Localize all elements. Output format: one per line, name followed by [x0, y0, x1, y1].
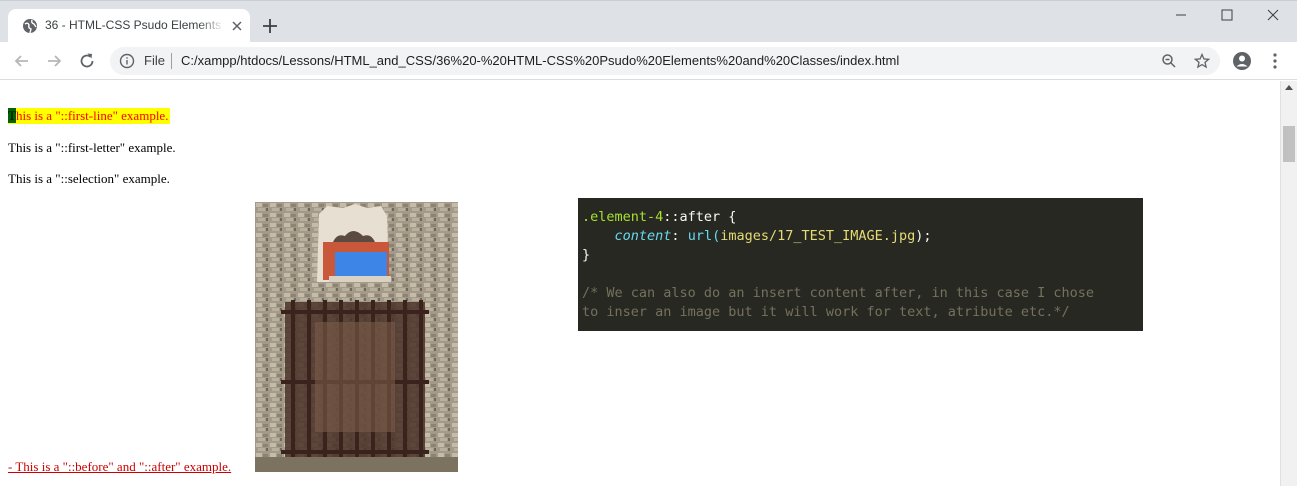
code-function: url( — [687, 228, 721, 244]
address-bar[interactable]: File C:/xampp/htdocs/Lessons/HTML_and_CS… — [110, 47, 1220, 75]
code-comment-2: to inser an image but it will work for t… — [582, 304, 1070, 320]
scroll-thumb[interactable] — [1283, 126, 1295, 162]
before-after-example: - This is a "::before" and "::after" exa… — [8, 459, 232, 474]
reload-icon[interactable] — [77, 51, 97, 71]
omnibox-divider — [171, 53, 172, 69]
file-scheme-label: File — [144, 53, 165, 68]
maximize-icon[interactable] — [1219, 7, 1235, 23]
code-pseudo: ::after { — [663, 209, 737, 225]
first-line-example: This is a "::first-line" example. — [8, 108, 171, 124]
vertical-scrollbar[interactable] — [1280, 81, 1297, 486]
code-comment-1: /* We can also do an insert content afte… — [582, 285, 1095, 301]
window-photo — [255, 202, 458, 472]
profile-icon[interactable] — [1232, 51, 1252, 71]
close-tab-icon[interactable] — [230, 19, 244, 33]
zoom-icon[interactable] — [1161, 53, 1177, 69]
globe-icon — [23, 19, 37, 34]
code-line-3: } — [582, 247, 591, 263]
browser-toolbar: File C:/xampp/htdocs/Lessons/HTML_and_CS… — [0, 42, 1297, 80]
code-argument: images/17_TEST_IMAGE.jpg — [720, 228, 916, 244]
code-property: content — [614, 228, 672, 244]
selection-example: This is a "::selection" example. — [8, 171, 170, 186]
new-tab-icon[interactable] — [261, 17, 279, 35]
tab-strip: 36 - HTML-CSS Psudo Elements and Classes — [0, 0, 1297, 43]
browser-tab[interactable]: 36 - HTML-CSS Psudo Elements and Classes — [8, 9, 250, 43]
back-arrow-icon[interactable] — [12, 51, 32, 71]
tab-title: 36 - HTML-CSS Psudo Elements and Classes — [45, 18, 225, 32]
first-letter-highlight: T — [8, 108, 16, 123]
code-snippet: .element-4::after { content: url(images/… — [578, 198, 1143, 331]
page-viewport: This is a "::first-line" example. This i… — [0, 81, 1280, 486]
forward-arrow-icon[interactable] — [44, 51, 64, 71]
scroll-up-arrow-icon[interactable] — [1285, 85, 1293, 90]
bookmark-star-icon[interactable] — [1194, 53, 1210, 69]
code-colon: : — [671, 228, 688, 244]
first-letter-example: This is a "::first-letter" example. — [8, 140, 176, 155]
info-icon[interactable] — [119, 53, 135, 69]
code-close-function: ); — [915, 228, 932, 244]
code-selector: .element-4 — [582, 209, 664, 225]
url-text[interactable]: C:/xampp/htdocs/Lessons/HTML_and_CSS/36%… — [181, 53, 899, 68]
menu-dots-icon[interactable] — [1265, 51, 1285, 71]
code-line-2: content: url(images/17_TEST_IMAGE.jpg); — [582, 227, 1143, 246]
first-line-text: his is a "::first-line" example. — [15, 108, 169, 123]
code-line-1: .element-4::after { — [582, 208, 1143, 227]
close-window-icon[interactable] — [1265, 7, 1281, 23]
minimize-icon[interactable] — [1173, 7, 1189, 23]
